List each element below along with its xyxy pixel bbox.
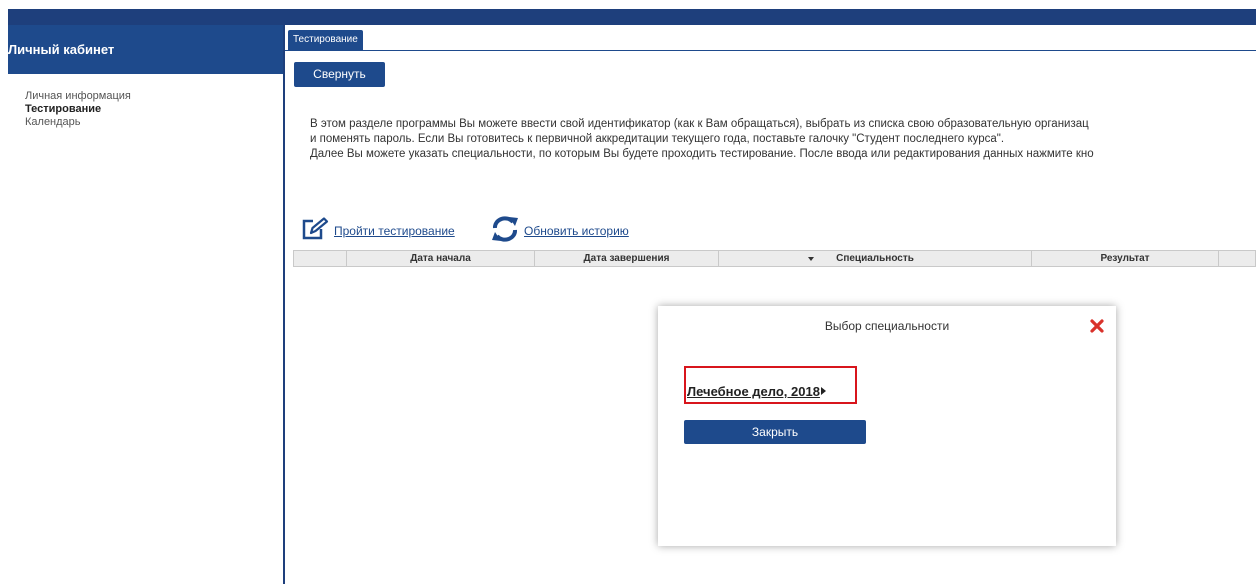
tab-testing[interactable]: Тестирование [288,30,363,50]
close-icon[interactable] [1090,319,1104,333]
expand-arrow-icon [820,387,826,395]
collapse-button[interactable]: Свернуть [294,62,385,87]
sidebar-title: Личный кабинет [8,25,283,74]
sidebar: Личный кабинет Личная информация Тестиро… [8,25,285,584]
description-line: и поменять пароль. Если Вы готовитесь к … [310,133,1005,145]
column-header-specialty[interactable]: Специальность [718,251,1031,266]
column-header-result[interactable]: Результат [1031,251,1218,266]
sidebar-item-testing[interactable]: Тестирование [25,103,131,116]
modal-close-button[interactable]: Закрыть [684,420,866,444]
specialty-option[interactable]: Лечебное дело, 2018 [687,384,826,399]
take-test-label: Пройти тестирование [334,224,455,238]
description-line: Далее Вы можете указать специальности, п… [310,148,1094,160]
column-header-select [294,251,346,266]
history-table-header: Дата начала Дата завершения Специальност… [293,250,1256,267]
specialty-option-label: Лечебное дело, 2018 [687,384,820,399]
column-header-start-date[interactable]: Дата начала [346,251,534,266]
section-description: В этом разделе программы Вы можете ввест… [310,117,1256,162]
take-test-link[interactable]: Пройти тестирование [300,216,455,246]
column-header-extra [1218,251,1255,266]
sidebar-item-personal-info[interactable]: Личная информация [25,90,131,103]
tab-bar: Тестирование [285,30,1256,51]
top-bar [8,9,1256,25]
edit-icon [300,216,330,246]
sidebar-item-calendar[interactable]: Календарь [25,116,131,129]
specialty-modal: Выбор специальности Лечебное дело, 2018 … [658,306,1116,546]
refresh-history-label: Обновить историю [524,224,629,238]
refresh-history-link[interactable]: Обновить историю [490,215,629,247]
refresh-icon [490,215,520,247]
column-header-end-date[interactable]: Дата завершения [534,251,718,266]
sidebar-menu: Личная информация Тестирование Календарь [25,90,131,129]
modal-title: Выбор специальности [824,319,950,333]
description-line: В этом разделе программы Вы можете ввест… [310,118,1089,130]
